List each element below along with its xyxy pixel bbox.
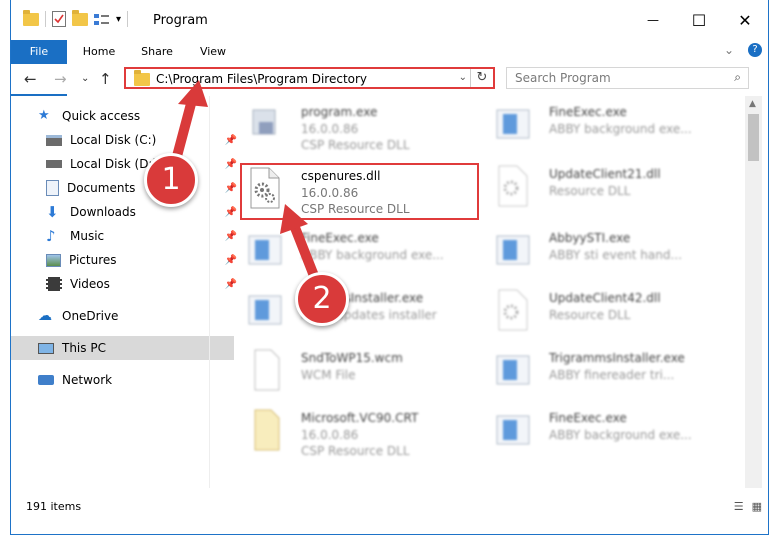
annotation-arrows [171,80,323,291]
step-badge-2: 2 [295,272,349,326]
step-badge-1: 1 [144,153,198,207]
